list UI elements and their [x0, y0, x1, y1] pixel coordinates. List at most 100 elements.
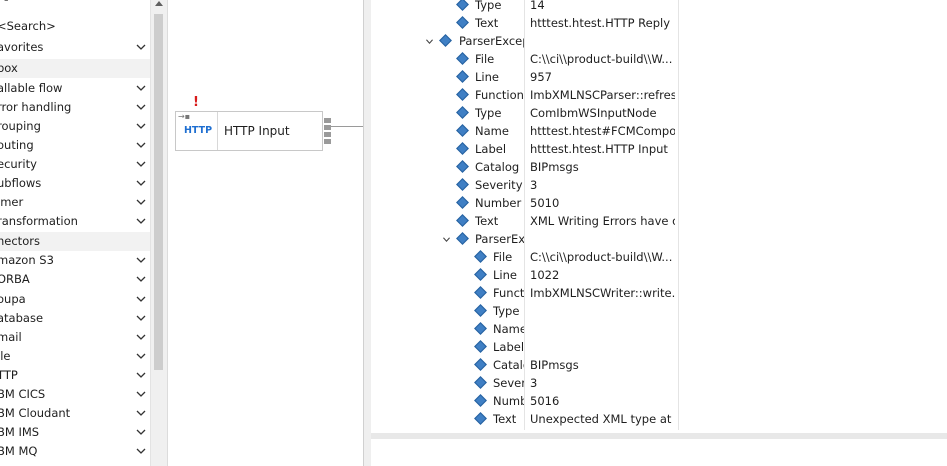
- palette-search[interactable]: <Search>: [0, 17, 150, 36]
- palette-item[interactable]: TTP: [0, 366, 150, 385]
- tree-row[interactable]: Type 14: [371, 0, 947, 14]
- http-input-node[interactable]: HTTP HTTP Input: [175, 111, 331, 151]
- chevron-down-icon[interactable]: [136, 295, 146, 303]
- tree-row[interactable]: Severit 3: [371, 374, 947, 392]
- chevron-down-icon[interactable]: [136, 217, 146, 225]
- tree-row[interactable]: Name htttest.htest#FCMCompo...: [371, 122, 947, 140]
- chevron-down-icon[interactable]: [136, 256, 146, 264]
- tree-row[interactable]: Catalo BIPmsgs: [371, 356, 947, 374]
- tree-row[interactable]: Functi ImbXMLNSCWriter::write...: [371, 284, 947, 302]
- element-diamond-icon: [456, 142, 469, 155]
- tree-row[interactable]: Number 5010: [371, 194, 947, 212]
- chevron-down-icon[interactable]: [136, 84, 146, 92]
- tree-row[interactable]: Text Unexpected XML type at t...: [371, 410, 947, 428]
- palette-item-label: nectors: [0, 234, 40, 248]
- chevron-down-icon[interactable]: [136, 141, 146, 149]
- palette-item[interactable]: mazon S3: [0, 251, 150, 270]
- tree-horizontal-scrollbar[interactable]: [371, 433, 947, 439]
- tree-property-value: htttest.htest#FCMCompo...: [530, 124, 675, 138]
- tree-row[interactable]: Function ImbXMLNSCParser::refres...: [371, 86, 947, 104]
- output-terminal[interactable]: [324, 132, 331, 137]
- pencil-icon[interactable]: ↘ ✎: [0, 0, 23, 7]
- tree-row[interactable]: Severity 3: [371, 176, 947, 194]
- palette-scrollbar[interactable]: [150, 0, 167, 466]
- palette-item[interactable]: rouping: [0, 117, 150, 136]
- chevron-down-icon[interactable]: [136, 352, 146, 360]
- tree-property-value: ImbXMLNSCParser::refres...: [530, 88, 675, 102]
- expand-chevron-icon[interactable]: [443, 236, 450, 243]
- flow-canvas[interactable]: [167, 0, 364, 466]
- chevron-down-icon[interactable]: [136, 447, 146, 455]
- tree-row[interactable]: File C:\\ci\\product-build\\W...: [371, 248, 947, 266]
- chevron-down-icon[interactable]: [136, 179, 146, 187]
- chevron-down-icon[interactable]: [136, 122, 146, 130]
- tree-row[interactable]: Numb 5016: [371, 392, 947, 410]
- chevron-down-icon[interactable]: [136, 390, 146, 398]
- tree-row[interactable]: Label: [371, 338, 947, 356]
- output-terminal[interactable]: [324, 118, 331, 123]
- palette-item[interactable]: imer: [0, 193, 150, 212]
- palette-item[interactable]: oupa: [0, 290, 150, 309]
- element-diamond-icon: [474, 358, 487, 371]
- palette-scroll-thumb[interactable]: [154, 14, 163, 370]
- scroll-up-icon[interactable]: [155, 1, 163, 6]
- tree-row[interactable]: Catalog BIPmsgs: [371, 158, 947, 176]
- palette-toolbar[interactable]: ↘ ✎: [0, 0, 150, 7]
- palette-item-label: TTP: [0, 368, 18, 382]
- chevron-down-icon[interactable]: [136, 428, 146, 436]
- palette-item[interactable]: mail: [0, 328, 150, 347]
- palette-item[interactable]: avorites: [0, 38, 150, 57]
- chevron-down-icon[interactable]: [136, 371, 146, 379]
- palette-item[interactable]: atabase: [0, 309, 150, 328]
- tree-row[interactable]: Type ComIbmWSInputNode: [371, 104, 947, 122]
- palette-item[interactable]: BM CICS: [0, 385, 150, 404]
- element-diamond-icon: [456, 214, 469, 227]
- palette-item-label: mail: [0, 330, 22, 344]
- palette-item[interactable]: BM IMS: [0, 423, 150, 442]
- tree-row[interactable]: Text htttest.htest.HTTP Reply: [371, 14, 947, 32]
- palette-drawer[interactable]: box: [0, 59, 150, 78]
- tree-property-value: XML Writing Errors have o...: [530, 214, 675, 228]
- tree-row[interactable]: Line 957: [371, 68, 947, 86]
- palette-item[interactable]: outing: [0, 136, 150, 155]
- palette-item-label: ORBA: [0, 272, 30, 286]
- palette-item[interactable]: rror handling: [0, 98, 150, 117]
- chevron-down-icon[interactable]: [136, 333, 146, 341]
- palette-item[interactable]: ubflows: [0, 174, 150, 193]
- tree-row[interactable]: Label htttest.htest.HTTP Input: [371, 140, 947, 158]
- tree-row[interactable]: Name: [371, 320, 947, 338]
- palette-drawer[interactable]: nectors: [0, 232, 150, 251]
- expand-chevron-icon[interactable]: [426, 38, 433, 45]
- chevron-down-icon[interactable]: [136, 275, 146, 283]
- palette-item-label: ubflows: [0, 176, 42, 190]
- palette-item[interactable]: ORBA: [0, 270, 150, 289]
- palette-item[interactable]: allable flow: [0, 79, 150, 98]
- tree-row[interactable]: Line 1022: [371, 266, 947, 284]
- palette-item[interactable]: ransformation: [0, 212, 150, 231]
- output-terminal[interactable]: [324, 139, 331, 144]
- tree-row[interactable]: ParserExcept: [371, 32, 947, 50]
- tree-row[interactable]: Type: [371, 302, 947, 320]
- palette-item-label: box: [0, 61, 18, 75]
- chevron-down-icon[interactable]: [136, 160, 146, 168]
- tree-property-name: Severity: [475, 178, 523, 192]
- message-tree: Type 14 Text htttest.htest.HTTP Reply Parser…: [371, 0, 947, 466]
- tree-property-name: Catalog: [475, 160, 520, 174]
- chevron-down-icon[interactable]: [136, 409, 146, 417]
- chevron-down-icon[interactable]: [136, 314, 146, 322]
- http-icon: HTTP: [183, 125, 213, 136]
- tree-row[interactable]: Text XML Writing Errors have o...: [371, 212, 947, 230]
- view-divider[interactable]: [363, 0, 371, 466]
- chevron-down-icon[interactable]: [136, 43, 146, 51]
- tree-row[interactable]: ParserExc: [371, 230, 947, 248]
- palette-item[interactable]: BM MQ: [0, 442, 150, 461]
- tree-property-value: 1022: [530, 268, 560, 282]
- palette-item[interactable]: ecurity: [0, 155, 150, 174]
- chevron-down-icon[interactable]: [136, 103, 146, 111]
- chevron-down-icon[interactable]: [136, 198, 146, 206]
- palette-item[interactable]: BM Cloudant: [0, 404, 150, 423]
- palette-item-label: avorites: [0, 40, 44, 54]
- tree-row[interactable]: File C:\\ci\\product-build\\W...: [371, 50, 947, 68]
- palette-item[interactable]: ile: [0, 347, 150, 366]
- tree-property-name: Text: [475, 16, 499, 30]
